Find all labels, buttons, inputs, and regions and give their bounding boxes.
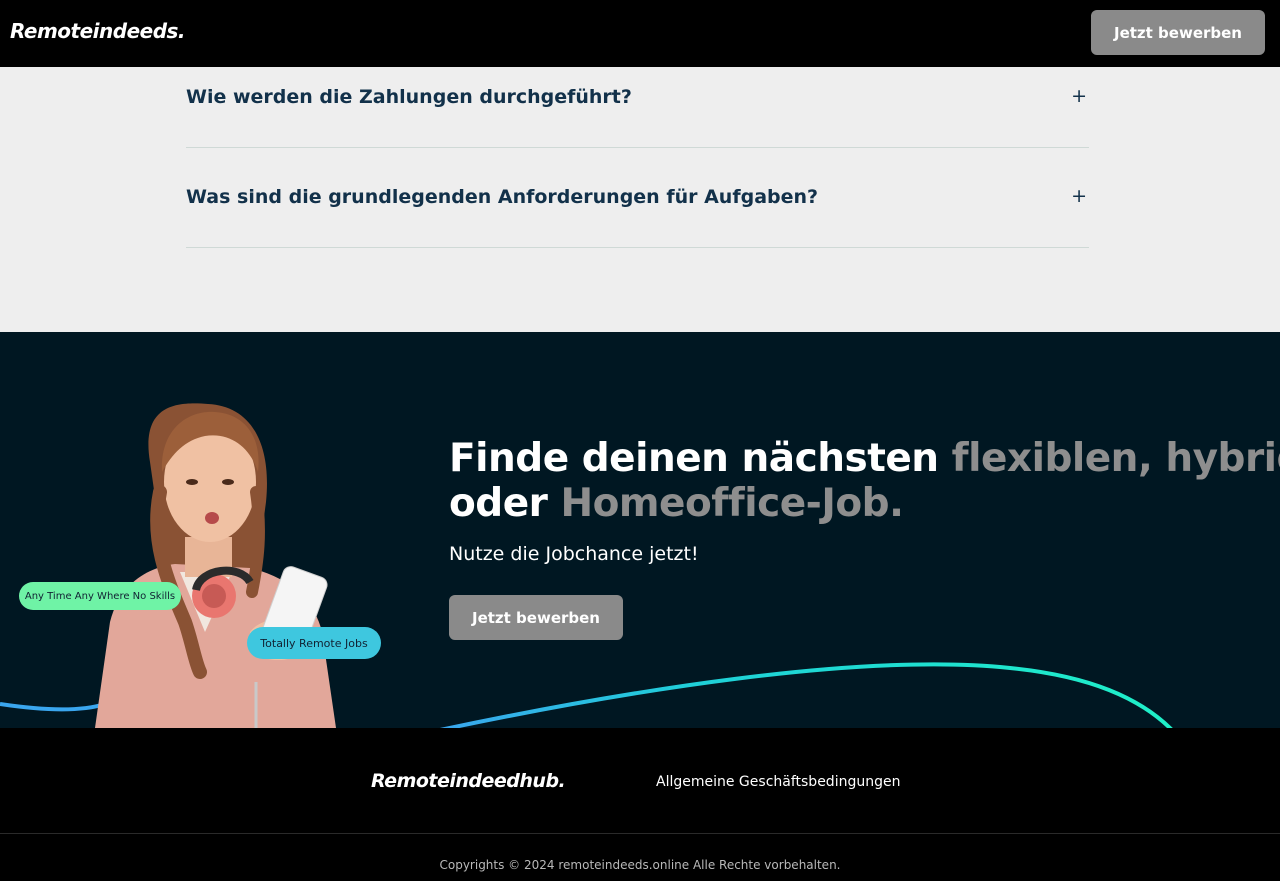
faq-section: Wie werden die Zahlungen durchgeführt? +… <box>0 67 1280 332</box>
copyright-text: Copyrights © 2024 remoteindeeds.online A… <box>439 858 841 872</box>
footer-divider <box>0 833 1280 834</box>
faq-item[interactable]: Wie werden die Zahlungen durchgeführt? + <box>186 67 1089 148</box>
site-logo[interactable]: Remoteindeeds. <box>10 19 186 43</box>
plus-icon[interactable]: + <box>1071 85 1087 107</box>
footer-logo[interactable]: Remoteindeedhub. <box>371 770 566 792</box>
hero-subline: Nutze die Jobchance jetzt! <box>449 543 699 565</box>
plus-icon[interactable]: + <box>1071 185 1087 207</box>
woman-with-phone-image <box>95 403 336 728</box>
headline-text: oder <box>449 481 561 526</box>
faq-item[interactable]: Was sind die grundlegenden Anforderungen… <box>186 167 1089 248</box>
headline-highlight: Homeoffice-Job. <box>560 481 904 526</box>
header-apply-button[interactable]: Jetzt bewerben <box>1091 10 1265 55</box>
headline-text: Finde deinen nächsten <box>449 436 952 481</box>
headline-highlight: flexiblen, hybriden <box>951 436 1280 481</box>
hero-section: Any Time Any Where No Skills Totally Rem… <box>0 332 1280 728</box>
site-footer: Remoteindeedhub. Allgemeine Geschäftsbed… <box>0 728 1280 881</box>
hero-apply-button[interactable]: Jetzt bewerben <box>449 595 623 640</box>
faq-question: Was sind die grundlegenden Anforderungen… <box>186 186 819 208</box>
terms-link[interactable]: Allgemeine Geschäftsbedingungen <box>656 774 900 790</box>
hero-headline: Finde deinen nächsten flexiblen, hybride… <box>449 436 1280 526</box>
feature-badge: Totally Remote Jobs <box>247 627 381 659</box>
site-header: Remoteindeeds. Jetzt bewerben <box>0 0 1280 67</box>
feature-badge: Any Time Any Where No Skills <box>19 582 181 610</box>
faq-question: Wie werden die Zahlungen durchgeführt? <box>186 86 632 108</box>
